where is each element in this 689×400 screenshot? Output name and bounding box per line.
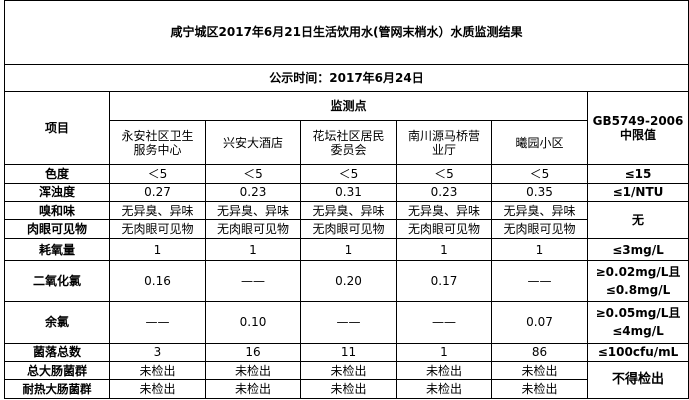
cell-value: ＜5 bbox=[109, 164, 206, 184]
cell-value: 无肉眼可见物 bbox=[491, 219, 588, 239]
row-label: 菌落总数 bbox=[4, 342, 110, 362]
cell-value: 无异臭、异味 bbox=[491, 200, 588, 221]
site-name: 曦园小区 bbox=[491, 119, 588, 166]
table-row: 耗氧量 1 1 1 1 1 ≤3mg/L bbox=[4, 237, 689, 262]
cell-value: 无异臭、异味 bbox=[109, 200, 206, 221]
cell-value: 0.23 bbox=[205, 182, 301, 203]
limit-value: ≥0.05mg/L且 ≤4mg/L bbox=[586, 301, 689, 344]
row-label: 肉眼可见物 bbox=[4, 219, 110, 239]
limit-value: 无 bbox=[586, 201, 689, 239]
cell-value: —— bbox=[109, 301, 206, 344]
cell-value: 未检出 bbox=[300, 379, 397, 399]
table-row: 耐热大肠菌群 未检出 未检出 未检出 未检出 未检出 bbox=[4, 379, 689, 399]
cell-value: 未检出 bbox=[396, 379, 492, 399]
table-row: 总大肠菌群 未检出 未检出 未检出 未检出 未检出 不得检出 bbox=[4, 360, 689, 400]
title-row: 咸宁城区2017年6月21日生活饮用水(管网末梢水）水质监测结果 bbox=[3, 0, 689, 65]
report-page: 咸宁城区2017年6月21日生活饮用水(管网末梢水）水质监测结果 公示时间：20… bbox=[0, 0, 689, 400]
row-label: 色度 bbox=[4, 164, 110, 184]
table-row: 二氧化氯 0.16 —— 0.20 0.17 —— ≥0.02mg/L且 ≤0.… bbox=[4, 260, 689, 303]
row-label: 余氯 bbox=[4, 301, 110, 344]
cell-value: 0.23 bbox=[396, 182, 492, 203]
cell-value: 无异臭、异味 bbox=[205, 200, 301, 221]
cell-value: 0.35 bbox=[491, 182, 588, 203]
cell-value: 未检出 bbox=[300, 360, 397, 381]
cell-value: 0.17 bbox=[396, 260, 492, 303]
cell-value: 未检出 bbox=[109, 379, 206, 399]
table-row: 菌落总数 3 16 11 1 86 ≤100cfu/mL bbox=[4, 342, 689, 362]
limit-value: ≤1/NTU bbox=[586, 182, 689, 203]
site-name: 南川源马桥营 业厅 bbox=[396, 119, 492, 166]
cell-value: 1 bbox=[300, 237, 397, 262]
table-row: 嗅和味 无异臭、异味 无异臭、异味 无异臭、异味 无异臭、异味 无异臭、异味 无 bbox=[4, 200, 689, 239]
cell-value: 无肉眼可见物 bbox=[205, 219, 301, 239]
table-row: 余氯 —— 0.10 —— —— 0.07 ≥0.05mg/L且 ≤4mg/L bbox=[4, 301, 689, 344]
row-label: 浑浊度 bbox=[4, 182, 110, 203]
cell-value: 1 bbox=[109, 237, 206, 262]
cell-value: 未检出 bbox=[205, 379, 301, 399]
cell-value: —— bbox=[205, 260, 301, 303]
cell-value: ＜5 bbox=[205, 164, 301, 184]
limit-value: 不得检出 bbox=[586, 360, 689, 400]
cell-value: 86 bbox=[491, 342, 588, 362]
cell-value: 16 bbox=[205, 342, 301, 362]
cell-value: 1 bbox=[205, 237, 301, 262]
table-row: 色度 ＜5 ＜5 ＜5 ＜5 ＜5 ≤15 bbox=[4, 164, 689, 184]
cell-value: —— bbox=[491, 260, 588, 303]
cell-value: 无肉眼可见物 bbox=[109, 219, 206, 239]
cell-value: 未检出 bbox=[205, 360, 301, 381]
publish-date: 公示时间：2017年6月24日 bbox=[3, 63, 689, 93]
cell-value: ＜5 bbox=[396, 164, 492, 184]
row-label: 总大肠菌群 bbox=[4, 360, 110, 381]
limit-value: ≥0.02mg/L且 ≤0.8mg/L bbox=[586, 260, 689, 303]
cell-value: 0.27 bbox=[109, 182, 206, 203]
row-label: 二氧化氯 bbox=[4, 260, 110, 303]
cell-value: ＜5 bbox=[491, 164, 588, 184]
report-title: 咸宁城区2017年6月21日生活饮用水(管网末梢水）水质监测结果 bbox=[3, 0, 689, 65]
standard-header: GB5749-2006 中限值 bbox=[586, 91, 689, 166]
cell-value: —— bbox=[300, 301, 397, 344]
limit-value: ≤3mg/L bbox=[586, 237, 689, 262]
cell-value: —— bbox=[396, 301, 492, 344]
cell-value: 未检出 bbox=[491, 379, 588, 399]
cell-value: 0.31 bbox=[300, 182, 397, 203]
points-header: 监测点 bbox=[109, 91, 588, 121]
cell-value: 0.16 bbox=[109, 260, 206, 303]
cell-value: 无异臭、异味 bbox=[396, 200, 492, 221]
limit-value: ≤15 bbox=[586, 164, 689, 184]
water-quality-table: 咸宁城区2017年6月21日生活饮用水(管网末梢水）水质监测结果 公示时间：20… bbox=[3, 0, 689, 400]
cell-value: 未检出 bbox=[491, 360, 588, 381]
cell-value: 0.20 bbox=[300, 260, 397, 303]
cell-value: 11 bbox=[300, 342, 397, 362]
site-name: 花坛社区居民 委员会 bbox=[300, 119, 397, 166]
cell-value: 无肉眼可见物 bbox=[300, 219, 397, 239]
site-name: 永安社区卫生 服务中心 bbox=[109, 119, 206, 166]
cell-value: 3 bbox=[109, 342, 206, 362]
cell-value: ＜5 bbox=[300, 164, 397, 184]
site-name: 兴安大酒店 bbox=[205, 119, 301, 166]
limit-value: ≤100cfu/mL bbox=[586, 342, 689, 362]
table-row: 浑浊度 0.27 0.23 0.31 0.23 0.35 ≤1/NTU bbox=[4, 182, 689, 203]
cell-value: 0.10 bbox=[205, 301, 301, 344]
cell-value: 0.07 bbox=[491, 301, 588, 344]
item-header: 项目 bbox=[4, 91, 110, 166]
row-label: 耗氧量 bbox=[4, 237, 110, 262]
cell-value: 1 bbox=[396, 342, 492, 362]
header-row: 项目 监测点 GB5749-2006 中限值 bbox=[4, 91, 689, 166]
publish-row: 公示时间：2017年6月24日 bbox=[3, 63, 689, 93]
row-label: 嗅和味 bbox=[4, 200, 110, 221]
cell-value: 1 bbox=[396, 237, 492, 262]
row-label: 耐热大肠菌群 bbox=[4, 379, 110, 399]
cell-value: 无肉眼可见物 bbox=[396, 219, 492, 239]
cell-value: 未检出 bbox=[396, 360, 492, 381]
cell-value: 无异臭、异味 bbox=[300, 200, 397, 221]
table-row: 肉眼可见物 无肉眼可见物 无肉眼可见物 无肉眼可见物 无肉眼可见物 无肉眼可见物 bbox=[4, 219, 689, 239]
cell-value: 1 bbox=[491, 237, 588, 262]
cell-value: 未检出 bbox=[109, 360, 206, 381]
